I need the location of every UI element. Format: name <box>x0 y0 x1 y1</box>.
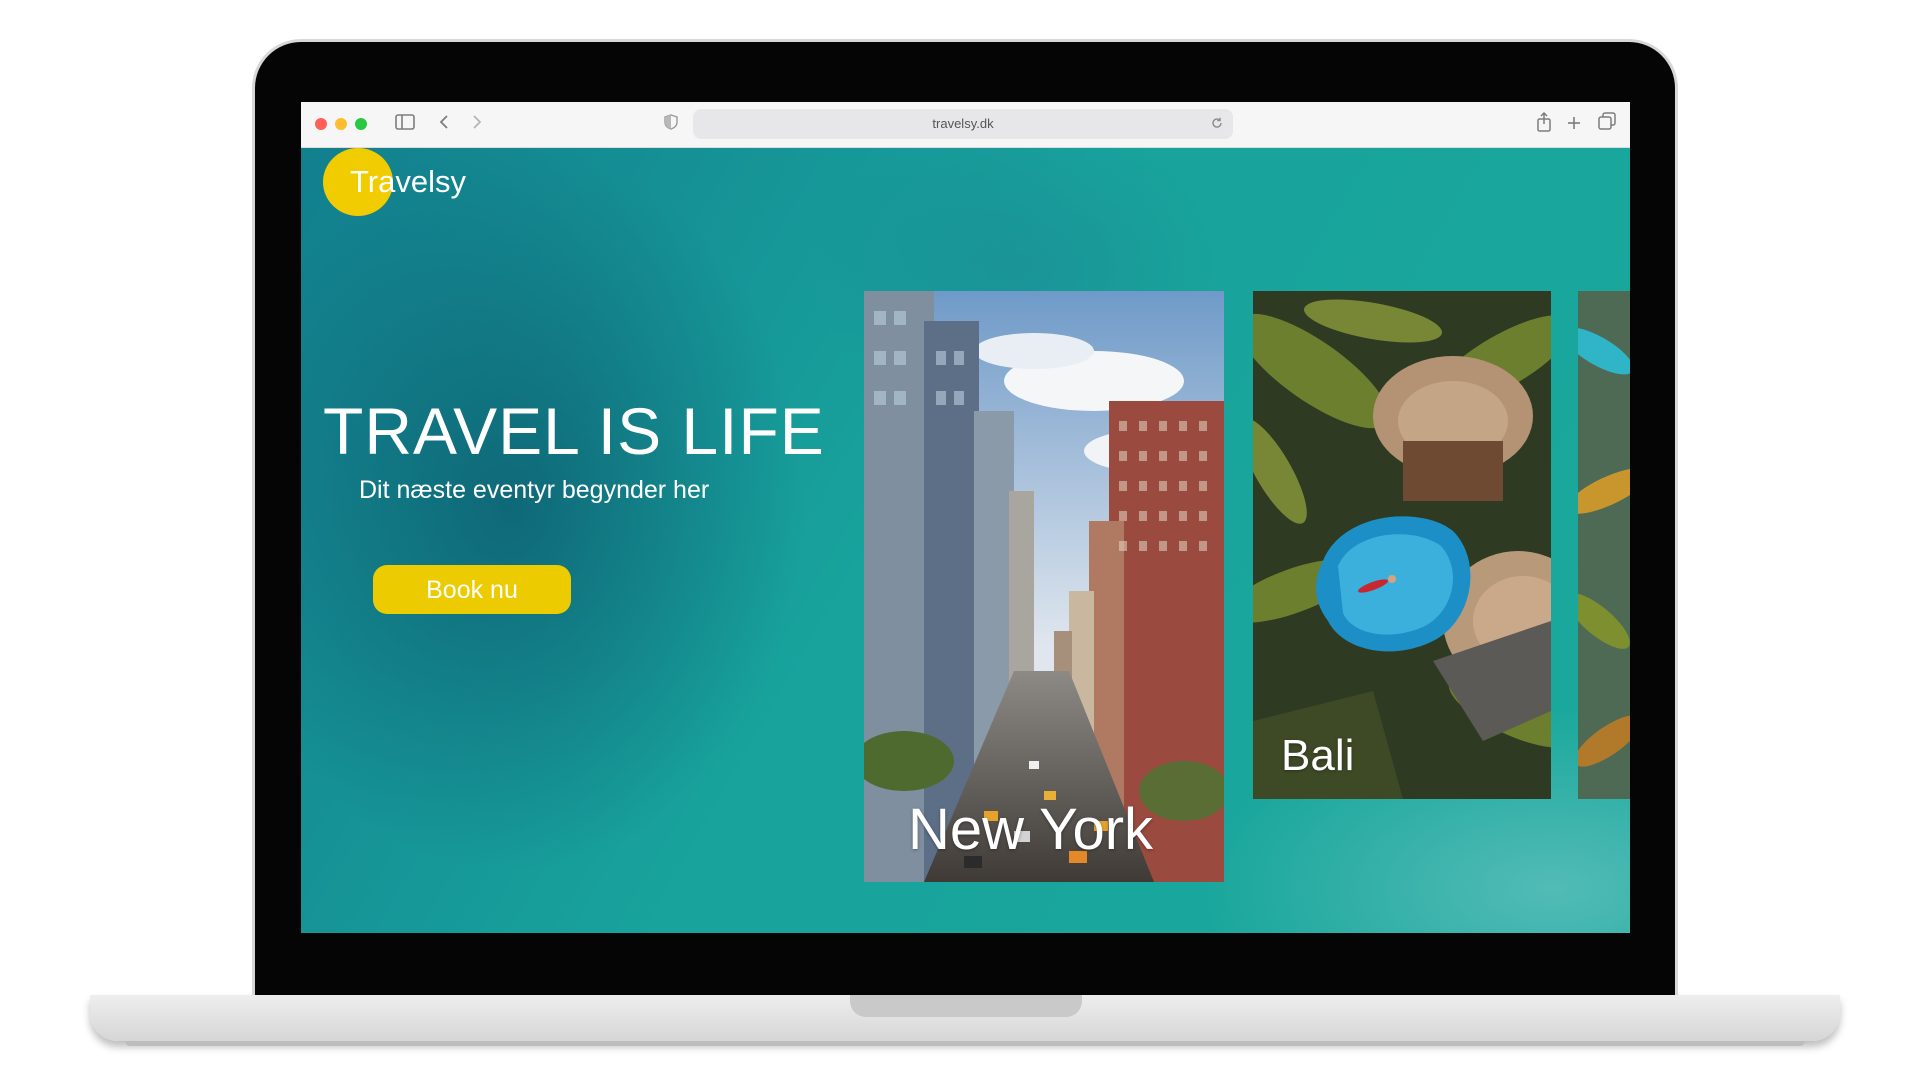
url-text: travelsy.dk <box>932 116 994 131</box>
destination-card-bali[interactable]: Bali <box>1253 291 1551 799</box>
bali-photo <box>1253 291 1551 799</box>
tab-overview-icon[interactable] <box>1596 112 1618 136</box>
laptop-screen: travelsy.dk Travelsy TRAVEL IS LIFE Dit … <box>301 102 1630 933</box>
new-york-photo <box>864 291 1224 882</box>
book-now-button[interactable]: Book nu <box>373 565 571 614</box>
destination-card-partial[interactable] <box>1578 291 1630 799</box>
reload-icon[interactable] <box>1207 113 1227 135</box>
forward-icon[interactable] <box>467 112 487 136</box>
webpage: Travelsy TRAVEL IS LIFE Dit næste eventy… <box>301 148 1630 933</box>
privacy-shield-icon[interactable] <box>661 112 681 136</box>
browser-toolbar: travelsy.dk <box>301 102 1630 148</box>
destination-card-new-york[interactable]: New York <box>864 291 1224 882</box>
new-tab-icon[interactable] <box>1563 112 1585 136</box>
back-icon[interactable] <box>434 112 454 136</box>
sidebar-toggle-icon[interactable] <box>393 112 417 136</box>
site-logo[interactable]: Travelsy <box>350 164 466 200</box>
address-bar[interactable]: travelsy.dk <box>693 109 1233 139</box>
destination-label: Bali <box>1281 731 1355 780</box>
close-window-button[interactable] <box>315 118 327 130</box>
destination-label: New York <box>908 797 1154 862</box>
share-icon[interactable] <box>1533 111 1555 136</box>
minimize-window-button[interactable] <box>335 118 347 130</box>
laptop-notch <box>850 995 1082 1017</box>
hero-subtitle: Dit næste eventyr begynder her <box>359 476 710 504</box>
zoom-window-button[interactable] <box>355 118 367 130</box>
hero-title: TRAVEL IS LIFE <box>323 394 825 468</box>
destination-photo <box>1578 291 1630 799</box>
laptop-foot <box>125 1041 1805 1046</box>
